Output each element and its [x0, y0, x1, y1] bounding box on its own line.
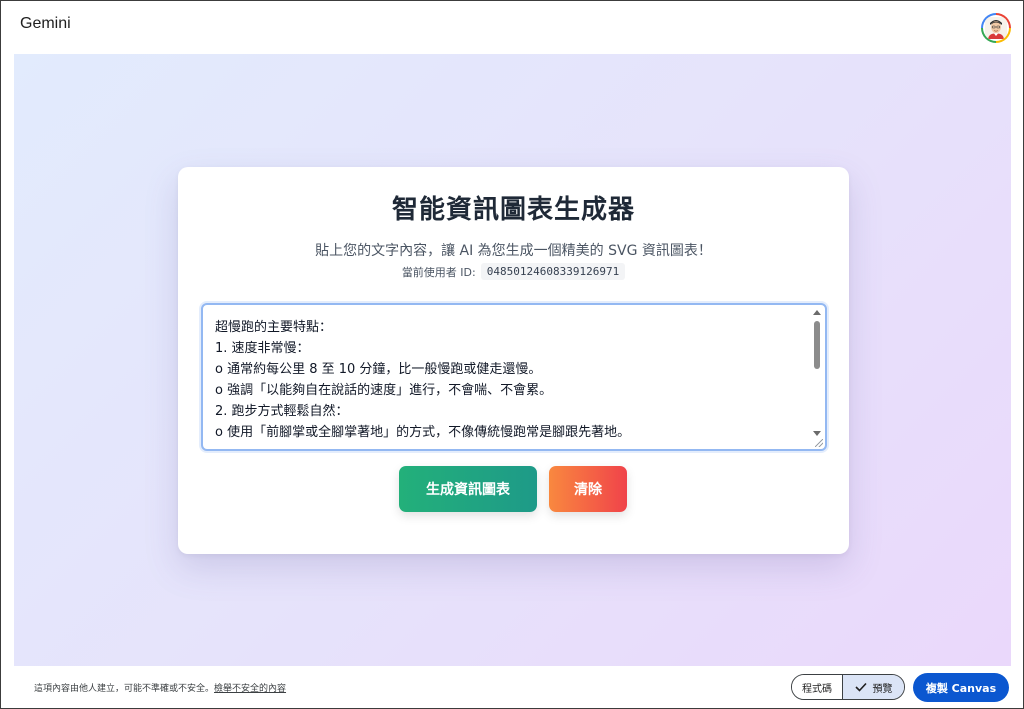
bottom-bar: 這項內容由他人建立，可能不準確或不安全。檢舉不安全的內容 程式碼 預覽 複製 C… — [1, 666, 1023, 708]
textarea-text[interactable]: 超慢跑的主要特點： 1. 速度非常慢： o 通常約每公里 8 至 10 分鐘，比… — [215, 317, 803, 443]
page-subtitle: 貼上您的文字內容，讓 AI 為您生成一個精美的 SVG 資訊圖表！ — [315, 243, 712, 259]
top-bar: Gemini — [1, 1, 1023, 53]
check-icon — [854, 682, 867, 692]
scroll-up-arrow-icon[interactable] — [813, 310, 821, 315]
tab-preview[interactable]: 預覽 — [843, 675, 904, 699]
resize-grip-icon[interactable] — [815, 439, 823, 447]
disclaimer-text: 這項內容由他人建立，可能不準確或不安全。 — [34, 684, 215, 694]
disclaimer: 這項內容由他人建立，可能不準確或不安全。檢舉不安全的內容 — [34, 681, 286, 694]
view-toggle: 程式碼 預覽 — [791, 674, 905, 700]
canvas-preview-area: 智能資訊圖表生成器 貼上您的文字內容，讓 AI 為您生成一個精美的 SVG 資訊… — [14, 54, 1011, 666]
user-id-label: 當前使用者 ID: — [401, 265, 476, 279]
avatar-image — [983, 15, 1009, 41]
textarea-line: 超慢跑的主要特點： — [215, 320, 333, 335]
user-id-value: 04850124608339126971 — [480, 263, 626, 280]
generate-infographic-button[interactable]: 生成資訊圖表 — [399, 466, 537, 512]
page-title: 智能資訊圖表生成器 — [391, 195, 635, 225]
content-textarea[interactable]: 超慢跑的主要特點： 1. 速度非常慢： o 通常約每公里 8 至 10 分鐘，比… — [201, 303, 827, 451]
textarea-line: o 使用「前腳掌或全腳掌著地」的方式，不像傳統慢跑常是腳跟先著地。 — [215, 425, 631, 440]
app-brand[interactable]: Gemini — [20, 15, 71, 33]
tab-code-label: 程式碼 — [802, 683, 832, 695]
textarea-line: o 強調「以能夠自在說話的速度」進行，不會喘、不會累。 — [215, 383, 553, 398]
clear-button[interactable]: 清除 — [549, 466, 627, 512]
report-unsafe-link[interactable]: 檢舉不安全的內容 — [214, 684, 286, 694]
copy-canvas-button[interactable]: 複製 Canvas — [913, 673, 1009, 702]
textarea-line: 1. 速度非常慢： — [215, 341, 310, 356]
textarea-line: 2. 跑步方式輕鬆自然： — [215, 404, 349, 419]
tab-preview-label: 預覽 — [872, 683, 893, 695]
scroll-thumb[interactable] — [814, 321, 820, 369]
textarea-scrollbar[interactable] — [811, 308, 823, 446]
person-face-icon — [985, 17, 1007, 39]
scroll-down-arrow-icon[interactable] — [813, 431, 821, 436]
user-avatar-icon[interactable] — [981, 13, 1011, 43]
user-id-row: 當前使用者 ID: 04850124608339126971 — [178, 263, 849, 280]
tab-code[interactable]: 程式碼 — [792, 675, 843, 699]
generator-card: 智能資訊圖表生成器 貼上您的文字內容，讓 AI 為您生成一個精美的 SVG 資訊… — [178, 167, 849, 554]
textarea-line: o 通常約每公里 8 至 10 分鐘，比一般慢跑或健走還慢。 — [215, 362, 542, 377]
